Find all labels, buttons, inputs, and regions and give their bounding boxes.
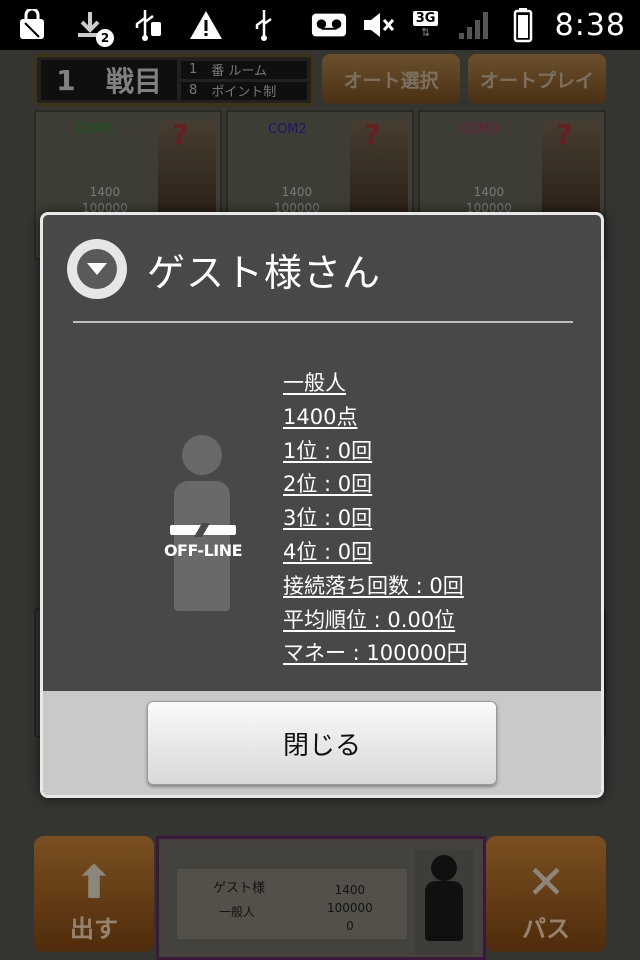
dialog-title: ゲスト様さん [147,250,382,295]
player-info-dialog: ゲスト様さん OFF-LINE 一般人 1400点 1位 : 0回 2位 : 0… [40,212,604,798]
warning-icon [188,7,224,43]
stat-money[interactable]: マネー : 100000円 [283,637,468,671]
dialog-header: ゲスト様さん [43,215,601,323]
usb-icon [246,7,282,43]
clock: 8:38 [554,7,626,43]
player-stats-list: 一般人 1400点 1位 : 0回 2位 : 0回 3位 : 0回 4位 : 0… [283,367,468,671]
notification-badge: 2 [96,29,114,47]
stat-average-rank[interactable]: 平均順位 : 0.00位 [283,604,468,638]
offline-logo [170,525,236,535]
stat-fourth-place[interactable]: 4位 : 0回 [283,536,468,570]
battery-icon [505,7,541,43]
shopping-bag-icon [14,7,50,43]
voicemail-icon [311,7,347,43]
status-bar: 2 3G ⇅ 8:38 [0,0,640,50]
stat-disconnects[interactable]: 接続落ち回数 : 0回 [283,570,468,604]
network-type: 3G ⇅ [411,7,441,43]
signal-icon [455,7,491,43]
dialog-footer: 閉じる [43,691,601,795]
stat-third-place[interactable]: 3位 : 0回 [283,502,468,536]
mute-icon [361,7,397,43]
divider [73,321,573,323]
stat-first-place[interactable]: 1位 : 0回 [283,435,468,469]
stat-rank[interactable]: 一般人 [283,367,468,401]
chevron-down-icon [67,239,127,299]
offline-badge: OFF-LINE [159,525,247,560]
stat-points[interactable]: 1400点 [283,401,468,435]
dialog-body: OFF-LINE 一般人 1400点 1位 : 0回 2位 : 0回 3位 : … [43,325,601,691]
download-icon: 2 [72,7,114,47]
usb-icon [130,7,166,43]
stat-second-place[interactable]: 2位 : 0回 [283,468,468,502]
close-button[interactable]: 閉じる [147,701,497,785]
